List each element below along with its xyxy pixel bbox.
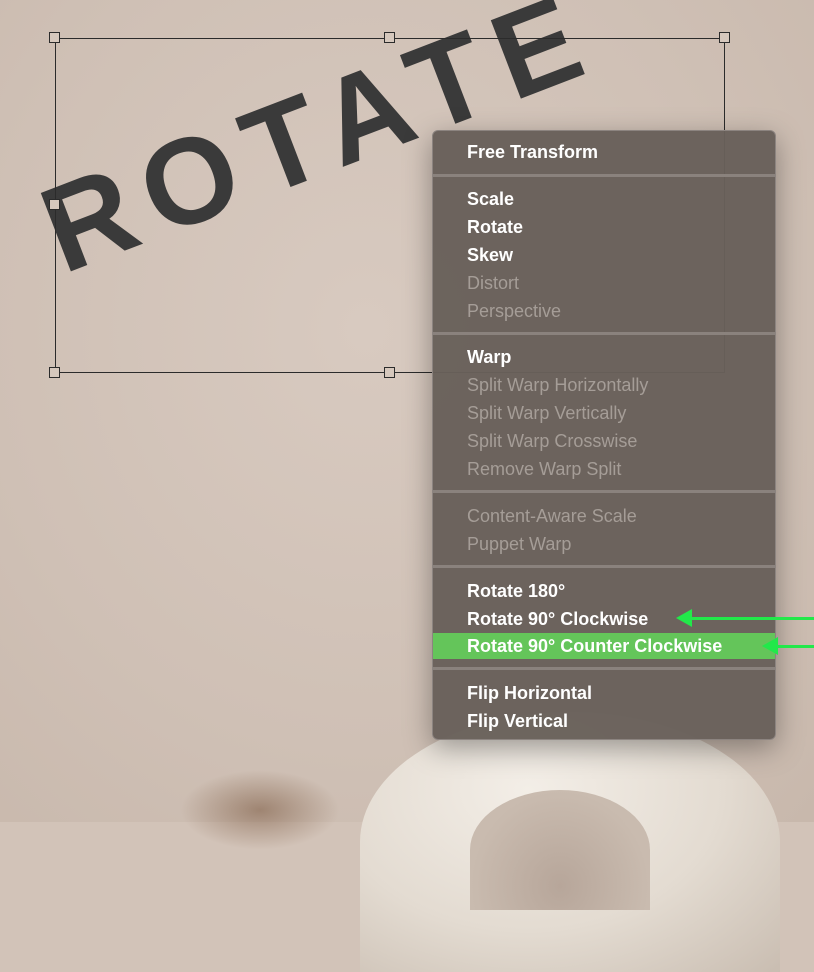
menu-item-scale[interactable]: Scale	[433, 186, 775, 212]
menu-item-split-warp-horizontally: Split Warp Horizontally	[467, 375, 649, 395]
vase-opening	[470, 790, 650, 910]
transform-handle-bottom-center[interactable]	[384, 367, 395, 378]
menu-item-content-aware-scale: Content-Aware Scale	[467, 506, 637, 526]
transform-handle-top-right[interactable]	[719, 32, 730, 43]
menu-item-skew[interactable]: Skew	[433, 242, 775, 268]
menu-item-rotate-90-ccw[interactable]: Rotate 90° Counter Clockwise	[433, 633, 775, 659]
menu-item-flip-horizontal[interactable]: Flip Horizontal	[433, 680, 775, 706]
transform-handle-top-left[interactable]	[49, 32, 60, 43]
menu-separator	[433, 667, 775, 670]
menu-item-remove-warp-split: Remove Warp Split	[467, 459, 622, 479]
menu-item-split-warp-crosswise: Split Warp Crosswise	[467, 431, 638, 451]
menu-item-warp[interactable]: Warp	[433, 344, 775, 370]
menu-item-rotate[interactable]: Rotate	[433, 214, 775, 240]
transform-handle-middle-left[interactable]	[49, 199, 60, 210]
menu-separator	[433, 332, 775, 335]
menu-separator	[433, 490, 775, 493]
menu-item-perspective: Perspective	[467, 301, 562, 321]
transform-handle-bottom-left[interactable]	[49, 367, 60, 378]
annotation-arrow-icon	[762, 637, 778, 655]
annotation-arrow-line	[776, 645, 814, 648]
menu-item-rotate-180[interactable]: Rotate 180°	[433, 578, 775, 604]
menu-item-split-warp-vertically: Split Warp Vertically	[467, 403, 627, 423]
transform-handle-top-center[interactable]	[384, 32, 395, 43]
menu-item-free-transform[interactable]: Free Transform	[433, 139, 775, 165]
annotation-arrow-line	[690, 617, 814, 620]
menu-item-flip-vertical[interactable]: Flip Vertical	[433, 708, 775, 734]
context-menu: Free Transform Scale Rotate Skew Distort…	[432, 130, 776, 740]
menu-item-puppet-warp: Puppet Warp	[467, 534, 572, 554]
menu-separator	[433, 174, 775, 177]
menu-item-distort: Distort	[467, 273, 520, 293]
background-blur	[180, 770, 340, 850]
annotation-arrow-icon	[676, 609, 692, 627]
menu-separator	[433, 565, 775, 568]
